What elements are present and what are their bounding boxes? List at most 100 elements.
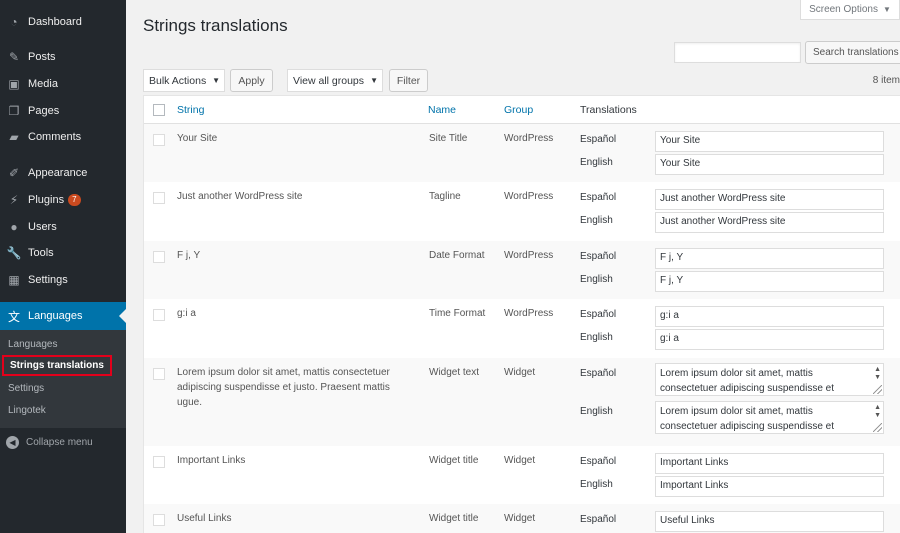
brush-icon: ✐ — [8, 165, 20, 180]
resize-grip-icon[interactable] — [873, 423, 882, 432]
row-checkbox[interactable] — [153, 251, 165, 263]
sidebar-item-users[interactable]: ● Users — [0, 213, 126, 240]
sidebar-item-languages[interactable]: 文 Languages — [0, 302, 126, 330]
translation-input[interactable]: Just another WordPress site — [655, 189, 884, 210]
string-cell: g:i a — [177, 308, 196, 319]
translation-input[interactable]: Your Site — [655, 154, 884, 175]
translation-input[interactable]: g:i a — [655, 306, 884, 327]
page-title: Strings translations — [143, 16, 288, 35]
sidebar-item-plugins[interactable]: ⚡ Plugins 7 — [0, 186, 126, 213]
table-header: String Name Group Translations — [144, 96, 900, 124]
items-count: 8 item — [872, 75, 900, 86]
name-cell: Widget text — [429, 367, 480, 378]
submenu-languages[interactable]: Languages — [8, 339, 58, 350]
sidebar-item-label: Plugins — [28, 193, 65, 206]
chevron-down-icon: ▼ — [370, 76, 378, 85]
row-checkbox[interactable] — [153, 134, 165, 146]
screen-options-label: Screen Options — [809, 4, 878, 15]
submenu-lingotek[interactable]: Lingotek — [8, 405, 46, 416]
sidebar-item-label: Languages — [28, 310, 83, 322]
translation-input[interactable]: F j, Y — [655, 248, 884, 269]
column-header-string[interactable]: String — [177, 104, 204, 116]
settings-icon: ▦ — [8, 272, 20, 287]
table-row: Important Links Widget title Widget Espa… — [144, 446, 900, 504]
sidebar-item-label: Dashboard — [28, 15, 82, 28]
name-cell: Widget title — [429, 513, 479, 524]
string-cell: Your Site — [177, 133, 218, 144]
language-label: English — [580, 215, 613, 226]
admin-sidebar: ◔ Dashboard ✎ Posts ▣ Media ❐ Pages ▰ Co… — [0, 0, 126, 533]
language-label: English — [580, 274, 613, 285]
main-content: Screen Options ▼ Strings translations Se… — [126, 0, 900, 533]
select-all-checkbox[interactable] — [153, 104, 165, 116]
translation-textarea[interactable]: Lorem ipsum dolor sit amet, mattis conse… — [655, 363, 884, 396]
sidebar-item-comments[interactable]: ▰ Comments — [0, 123, 126, 150]
scroll-arrows-icon[interactable]: ▲ ▼ — [874, 366, 881, 382]
language-label: Español — [580, 309, 617, 320]
bulk-actions-select[interactable]: Bulk Actions ▼ — [143, 69, 225, 92]
translation-input[interactable]: Useful Links — [655, 511, 884, 532]
sidebar-item-tools[interactable]: 🔧 Tools — [0, 239, 126, 266]
language-label: English — [580, 157, 613, 168]
sidebar-item-posts[interactable]: ✎ Posts — [0, 43, 126, 70]
plugins-update-badge: 7 — [68, 193, 81, 206]
submenu-settings[interactable]: Settings — [8, 383, 44, 394]
resize-grip-icon[interactable] — [873, 385, 882, 394]
group-cell: WordPress — [504, 308, 554, 319]
sidebar-item-label: Media — [28, 77, 58, 90]
search-translations-button[interactable]: Search translations — [805, 41, 900, 64]
table-row: Useful Links Widget title Widget Español… — [144, 504, 900, 533]
table-row: g:i a Time Format WordPress Español g:i … — [144, 299, 900, 358]
apply-button[interactable]: Apply — [230, 69, 273, 92]
textarea-value: Lorem ipsum dolor sit amet, mattis conse… — [660, 368, 834, 394]
translation-textarea[interactable]: Lorem ipsum dolor sit amet, mattis conse… — [655, 401, 884, 434]
sidebar-item-settings[interactable]: ▦ Settings — [0, 266, 126, 293]
bulk-actions-label: Bulk Actions — [149, 74, 207, 87]
pin-icon: ✎ — [8, 49, 20, 64]
column-header-group[interactable]: Group — [504, 104, 533, 116]
translation-input[interactable]: Important Links — [655, 453, 884, 474]
wrench-icon: 🔧 — [6, 245, 22, 260]
collapse-menu-button[interactable]: ◀ Collapse menu — [6, 436, 93, 449]
sidebar-item-pages[interactable]: ❐ Pages — [0, 97, 126, 124]
translation-input[interactable]: Your Site — [655, 131, 884, 152]
group-cell: Widget — [504, 367, 536, 378]
translation-input[interactable]: g:i a — [655, 329, 884, 350]
name-cell: Tagline — [429, 191, 461, 202]
pages-icon: ❐ — [8, 103, 20, 118]
translation-input[interactable]: F j, Y — [655, 271, 884, 292]
language-label: Español — [580, 192, 617, 203]
submenu-strings-translations[interactable]: Strings translations — [2, 355, 112, 376]
sidebar-item-media[interactable]: ▣ Media — [0, 70, 126, 97]
sidebar-item-dashboard[interactable]: ◔ Dashboard — [0, 8, 126, 35]
translate-icon: 文 — [7, 309, 20, 324]
textarea-value: Lorem ipsum dolor sit amet, mattis conse… — [660, 406, 834, 432]
string-cell: Lorem ipsum dolor sit amet, mattis conse… — [177, 367, 390, 408]
language-label: Español — [580, 514, 617, 525]
language-label: English — [580, 479, 613, 490]
group-cell: WordPress — [504, 133, 554, 144]
group-cell: WordPress — [504, 191, 554, 202]
string-cell: Useful Links — [177, 513, 232, 524]
name-cell: Time Format — [429, 308, 486, 319]
group-filter-select[interactable]: View all groups ▼ — [287, 69, 383, 92]
search-input[interactable] — [674, 42, 801, 63]
collapse-menu-label: Collapse menu — [26, 437, 93, 448]
language-label: English — [580, 406, 613, 417]
translation-input[interactable]: Important Links — [655, 476, 884, 497]
name-cell: Date Format — [429, 250, 485, 261]
translation-input[interactable]: Just another WordPress site — [655, 212, 884, 233]
language-label: Español — [580, 134, 617, 145]
row-checkbox[interactable] — [153, 309, 165, 321]
row-checkbox[interactable] — [153, 456, 165, 468]
filter-button[interactable]: Filter — [389, 69, 428, 92]
row-checkbox[interactable] — [153, 514, 165, 526]
row-checkbox[interactable] — [153, 192, 165, 204]
row-checkbox[interactable] — [153, 368, 165, 380]
sidebar-item-appearance[interactable]: ✐ Appearance — [0, 159, 126, 186]
string-cell: F j, Y — [177, 250, 201, 261]
scroll-arrows-icon[interactable]: ▲ ▼ — [874, 404, 881, 420]
screen-options-button[interactable]: Screen Options ▼ — [800, 0, 900, 20]
column-header-name[interactable]: Name — [428, 104, 456, 116]
plug-icon: ⚡ — [9, 192, 19, 207]
